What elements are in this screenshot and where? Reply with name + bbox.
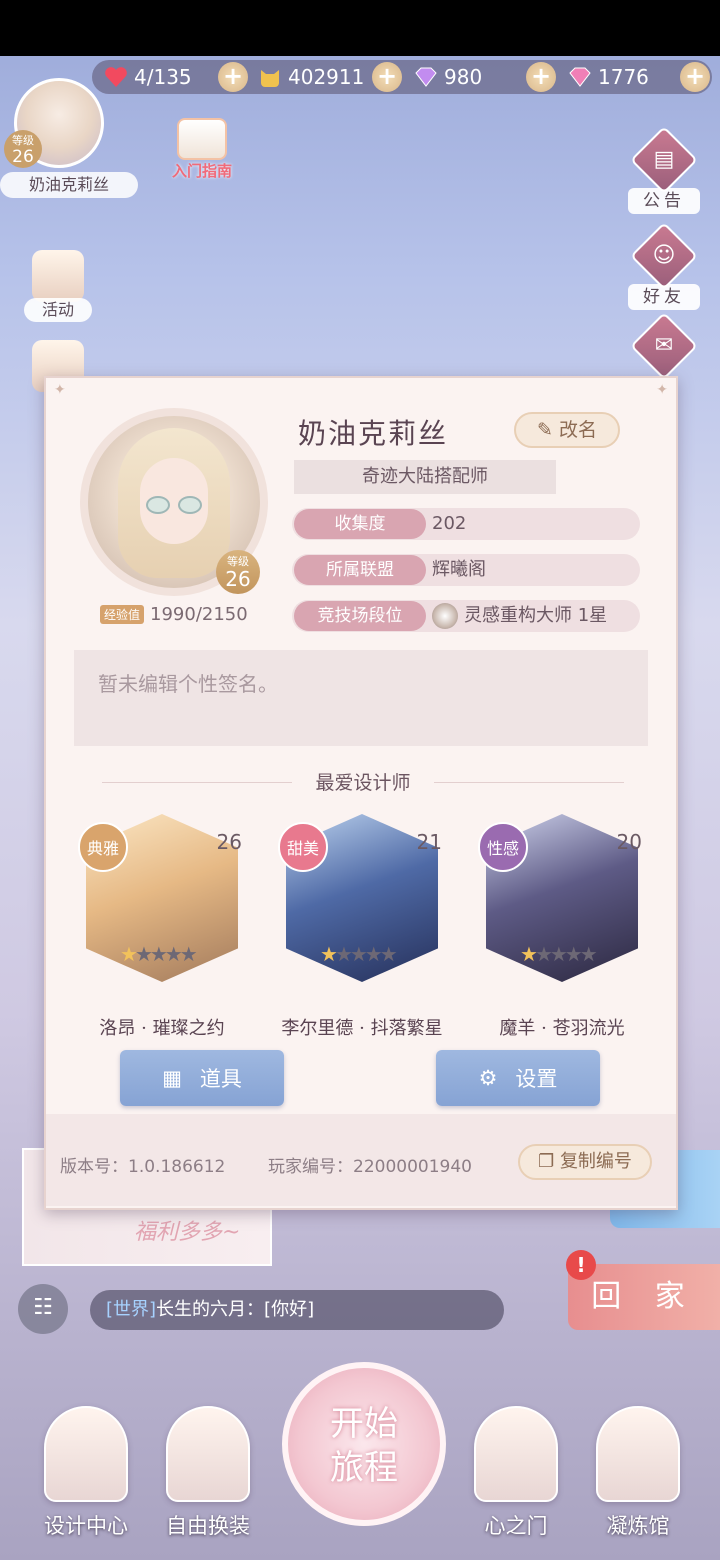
corner-ornament: ✦ [54,382,66,398]
copy-icon: ❐ [538,1151,555,1172]
world-chat-bar[interactable]: [世界]长生的六月：[你好] [90,1290,504,1330]
friend-icon: ☺ [630,222,698,290]
designer-name: 魔羊 · 苍羽流光 [499,1018,625,1039]
collection-row: 收集度 202 [292,508,640,540]
clock-icon [596,1406,680,1502]
mail-button[interactable]: ✉ [628,312,700,380]
player-level-badge: 等级 26 [4,130,42,168]
activity-button[interactable]: 活动 [24,250,92,322]
gold-counter: 402911 [258,60,364,94]
pink-crystal-icon [568,66,592,88]
status-bar [0,0,720,56]
diamond-icon [414,66,438,88]
rank-icon [432,603,458,629]
rename-button[interactable]: ✎ 改名 [514,412,620,448]
experience: 经验值 1990/2150 [100,604,248,625]
start-journey-button[interactable]: 开始 旅程 [282,1362,446,1526]
gear-icon: ⚙ [478,1066,498,1090]
notice-button[interactable]: ▤ 公告 [628,126,700,214]
favorite-designers-title: 最爱设计师 [315,772,411,794]
profile-card: ✦ ✦ ✦ ✦ 等级 26 经验值 1990/2150 奶油克莉丝 ✎ 改名 奇… [44,376,678,1210]
diamond-counter: 980 [414,60,482,94]
sewing-machine-icon [44,1406,128,1502]
designer-card[interactable]: 甜美 21 ★★★★★ 李尔里德 · 抖落繁星 [272,808,452,1039]
refinery-button[interactable]: 凝炼馆 [588,1406,688,1540]
crystal-counter: 1776 [568,60,649,94]
dress-icon [166,1406,250,1502]
mail-icon: ✉ [630,312,698,380]
design-center-button[interactable]: 设计中心 [36,1406,136,1540]
signature-field[interactable]: 暂未编辑个性签名。 [74,650,648,746]
designer-stars: ★★★★★ [120,942,198,966]
profile-name: 奶油克莉丝 [298,417,449,450]
profile-level-badge: 等级 26 [216,550,260,594]
free-dress-button[interactable]: 自由换装 [158,1406,258,1540]
stamina-counter: 4/135 [104,60,192,94]
designer-level: 21 [416,830,442,854]
designer-stars: ★★★★★ [520,942,598,966]
cat-coin-icon [258,66,282,88]
activity-icon [32,250,84,302]
designer-style-tag: 性感 [478,822,528,872]
exp-value: 1990/2150 [150,604,248,625]
version-label: 版本号：1.0.186612 [60,1157,226,1177]
chat-icon[interactable]: ☷ [18,1284,68,1334]
designer-card[interactable]: 典雅 26 ★★★★★ 洛昂 · 璀璨之约 [72,808,252,1039]
designer-card[interactable]: 性感 20 ★★★★★ 魔羊 · 苍羽流光 [472,808,652,1039]
alert-badge: ! [566,1250,596,1280]
heart-gate-icon [474,1406,558,1502]
items-icon: ▦ [162,1066,182,1090]
add-crystal-button[interactable]: + [680,62,710,92]
beginner-guide-button[interactable]: 入门指南 [164,118,240,188]
friends-button[interactable]: ☺ 好友 [628,222,700,310]
designer-level: 20 [616,830,642,854]
designer-level: 26 [216,830,242,854]
add-diamond-button[interactable]: + [526,62,556,92]
notice-board-icon: ▤ [630,126,698,194]
designer-stars: ★★★★★ [320,942,398,966]
designer-name: 李尔里德 · 抖落繁星 [281,1018,443,1039]
guide-icon [177,118,227,160]
designer-style-tag: 甜美 [278,822,328,872]
card-footer: 版本号：1.0.186612 玩家编号：22000001940 ❐ 复制编号 [46,1114,676,1206]
designer-name: 洛昂 · 璀璨之约 [99,1018,225,1039]
add-stamina-button[interactable]: + [218,62,248,92]
arena-rank-row: 竞技场段位 灵感重构大师 1星 [292,600,640,632]
items-button[interactable]: ▦ 道具 [120,1050,284,1106]
exp-label: 经验值 [100,605,145,624]
add-gold-button[interactable]: + [372,62,402,92]
copy-id-button[interactable]: ❐ 复制编号 [518,1144,652,1180]
corner-ornament: ✦ [656,382,668,398]
edit-icon: ✎ [537,419,553,441]
player-id-label: 玩家编号：22000001940 [268,1157,472,1177]
designer-style-tag: 典雅 [78,822,128,872]
alliance-row[interactable]: 所属联盟 辉曦阁 [292,554,640,586]
settings-button[interactable]: ⚙ 设置 [436,1050,600,1106]
heart-gate-button[interactable]: 心之门 [466,1406,566,1540]
player-name-label: 奶油克莉丝 [0,172,138,198]
heart-icon [104,66,128,88]
player-title[interactable]: 奇迹大陆搭配师 [294,460,556,494]
